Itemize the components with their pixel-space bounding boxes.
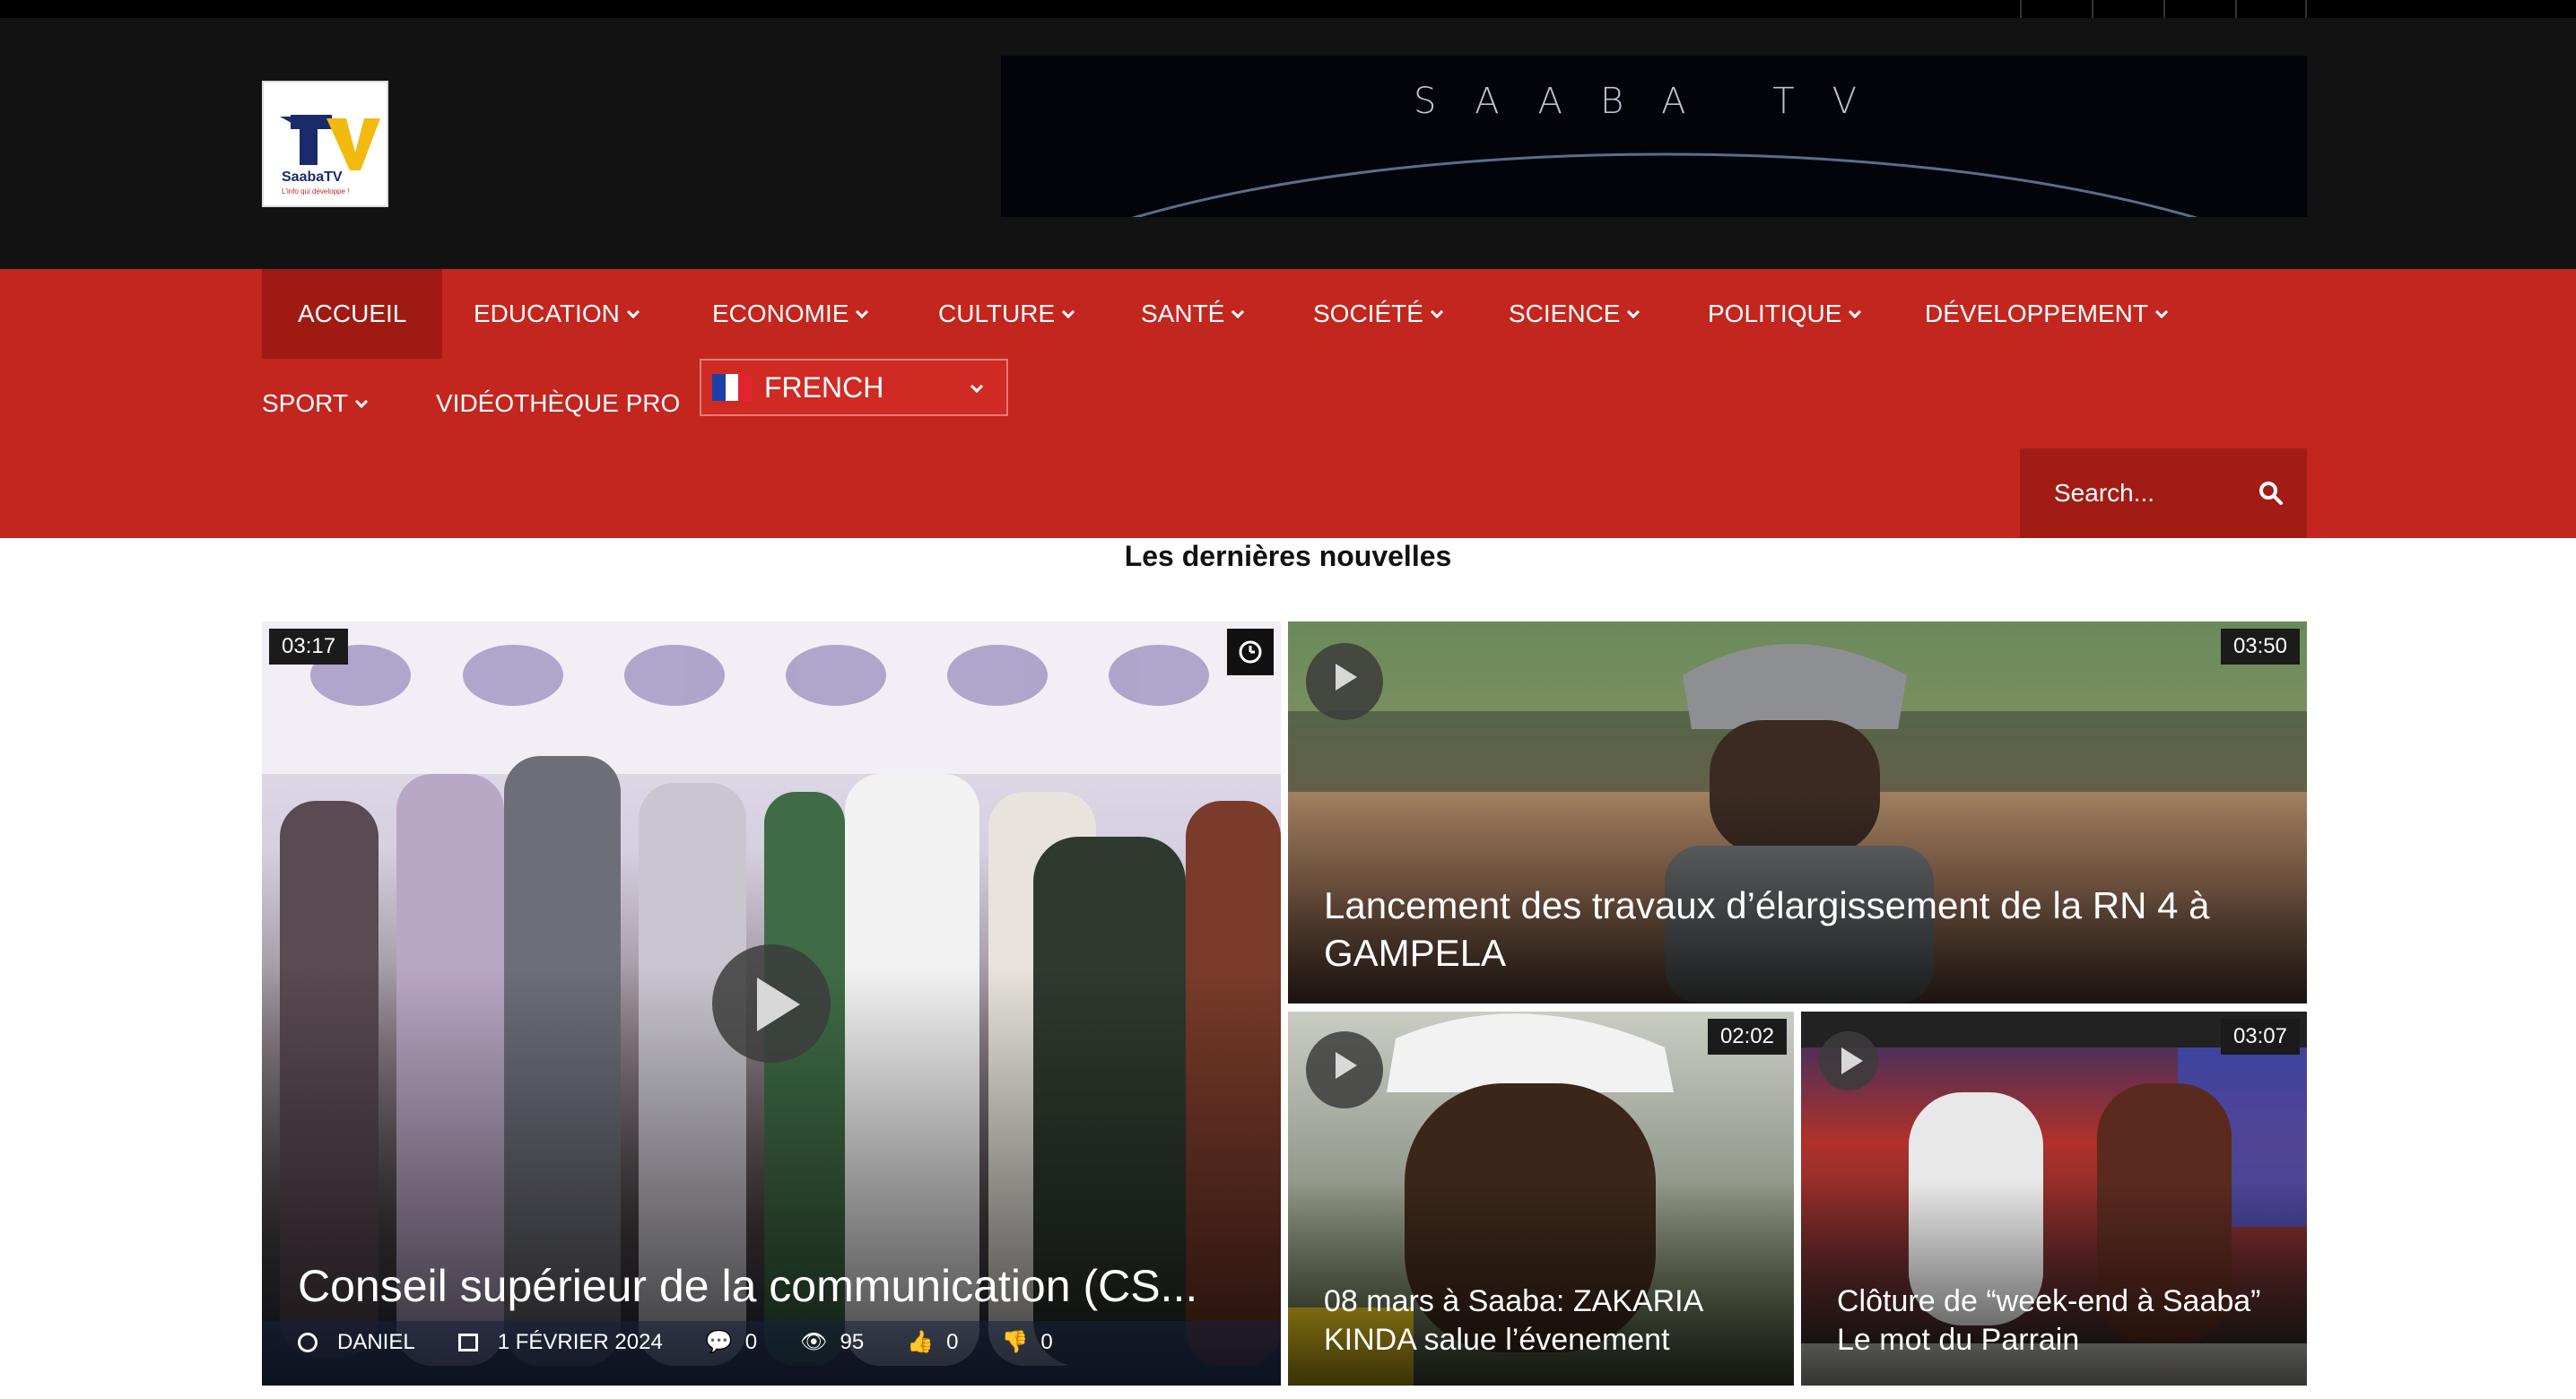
nav-item-science[interactable]: SCIENCE [1509,269,1640,359]
site-logo[interactable]: SaabaTV L'info qui développe ! [262,81,388,207]
thumbs-down-icon[interactable]: 👎 [1001,1329,1028,1355]
video-duration: 03:50 [2220,629,2300,665]
comment-count: 0 [744,1329,758,1354]
chevron-down-icon [856,305,869,319]
nav-item-accueil[interactable]: ACCUEIL [262,269,443,359]
nav-item-sport[interactable]: SPORT [262,359,369,448]
video-duration: 03:17 [269,629,349,665]
logo-icon: SaabaTV L'info qui développe ! [280,115,380,196]
eye-icon: 👁 [800,1330,828,1354]
watch-later-button[interactable] [1227,629,1274,675]
video-card[interactable]: 02:02 08 mars à Saaba: ZAKARIA KINDA sal… [1288,1012,1794,1386]
publish-date: 1 FÉVRIER 2024 [497,1329,663,1354]
social-link[interactable] [2020,0,2092,18]
nav-item-politique[interactable]: POLITIQUE [1708,269,1862,359]
featured-video-card[interactable]: 03:17 Conseil supérieur de la communicat… [262,621,1281,1386]
video-title[interactable]: Conseil supérieur de la communication (C… [298,1258,1249,1315]
site-header: SaabaTV L'info qui développe ! SAABA TV [0,18,2576,269]
social-link[interactable] [2163,0,2235,18]
chevron-down-icon [1627,305,1640,319]
chevron-down-icon [626,305,640,319]
chevron-down-icon [2154,305,2169,319]
language-label: FRENCH [764,370,884,404]
top-bar [0,0,2576,18]
clock-icon [1239,640,1262,664]
play-icon[interactable] [1306,1031,1383,1108]
play-icon[interactable] [712,944,831,1063]
video-card[interactable]: 03:50 Lancement des travaux d’élargissem… [1288,621,2307,1004]
social-link[interactable] [2235,0,2307,18]
video-meta: DANIEL 1 FÉVRIER 2024 💬 0 👁 95 👍 0 👎 0 [298,1329,1053,1355]
author-icon [298,1332,318,1352]
video-title[interactable]: 08 mars à Saaba: ZAKARIA KINDA salue l’é… [1324,1282,1772,1359]
banner-title: SAABA TV [1413,81,1895,122]
chevron-down-icon [354,395,369,409]
calendar-icon [457,1333,478,1351]
logo-tagline: L'info qui développe ! [282,187,349,196]
nav-label: CULTURE [938,300,1056,327]
chevron-down-icon [1849,305,1862,319]
nav-label: VIDÉOTHÈQUE PRO [436,389,681,417]
nav-item-videotheque[interactable]: VIDÉOTHÈQUE PRO [436,359,680,448]
language-selector[interactable]: FRENCH [700,359,1008,416]
social-link[interactable] [2092,0,2163,18]
nav-label: POLITIQUE [1708,300,1842,327]
nav-label: ECONOMIE [712,300,849,327]
nav-label: SCIENCE [1509,300,1621,327]
search-input[interactable] [2054,479,2251,508]
nav-item-societe[interactable]: SOCIÉTÉ [1313,269,1443,359]
author-name[interactable]: DANIEL [337,1330,415,1355]
nav-item-culture[interactable]: CULTURE [938,269,1075,359]
nav-label: ACCUEIL [298,300,407,327]
comment-icon: 💬 [705,1330,733,1354]
play-icon[interactable] [1819,1031,1878,1091]
nav-item-sante[interactable]: SANTÉ [1141,269,1245,359]
nav-item-developpement[interactable]: DÉVELOPPEMENT [1925,269,2169,359]
header-banner[interactable]: SAABA TV [1001,56,2307,217]
video-card[interactable]: 03:07 Clôture de “week-end à Saaba” Le m… [1801,1012,2307,1386]
nav-item-education[interactable]: EDUCATION [474,269,640,359]
video-duration: 02:02 [1707,1019,1787,1055]
video-title[interactable]: Clôture de “week-end à Saaba” Le mot du … [1837,1282,2285,1359]
chevron-down-icon [1231,305,1245,319]
like-count: 0 [946,1329,959,1354]
video-duration: 03:07 [2220,1019,2300,1055]
earth-image [1001,56,2307,217]
chevron-down-icon [1430,305,1443,319]
france-flag-icon [712,374,753,401]
chevron-down-icon [970,379,984,394]
nav-item-economie[interactable]: ECONOMIE [712,269,869,359]
play-icon[interactable] [1306,643,1383,720]
nav-label: DÉVELOPPEMENT [1925,300,2148,327]
search-box [2020,448,2307,538]
view-count: 95 [840,1329,865,1354]
search-icon[interactable] [2258,481,2284,506]
nav-label: EDUCATION [474,300,620,327]
nav-label: SPORT [262,389,348,417]
thumbs-up-icon[interactable]: 👍 [907,1329,934,1355]
logo-text: SaabaTV [282,169,343,185]
nav-label: SANTÉ [1141,300,1225,327]
dislike-count: 0 [1040,1329,1053,1354]
section-title: Les dernières nouvelles [1124,540,1452,572]
nav-label: SOCIÉTÉ [1313,300,1423,327]
chevron-down-icon [1062,305,1075,319]
video-title[interactable]: Lancement des travaux d’élargissement de… [1324,882,2275,977]
